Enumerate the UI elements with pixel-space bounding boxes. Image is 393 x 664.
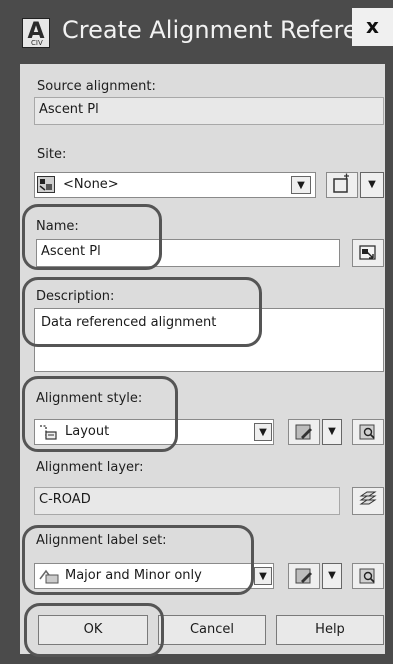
label-set-icon	[38, 567, 60, 585]
name-template-button[interactable]	[352, 239, 384, 267]
alignment-label-set-dropdown[interactable]: Major and Minor only	[34, 563, 274, 589]
help-button[interactable]: Help	[276, 615, 384, 645]
alignment-layout-icon	[38, 422, 60, 441]
ok-button[interactable]: OK	[38, 615, 148, 645]
alignment-style-menu-arrow[interactable]: ▼	[322, 419, 342, 445]
alignment-style-dropdown[interactable]: Layout	[34, 419, 274, 445]
alignment-label-set-label: Alignment label set:	[36, 533, 167, 548]
edit-style-icon	[295, 424, 312, 440]
alignment-label-set-value: Major and Minor only	[65, 568, 202, 583]
site-dropdown-value: <None>	[63, 177, 119, 192]
alignment-layer-label: Alignment layer:	[36, 460, 144, 475]
name-template-icon	[359, 245, 376, 260]
dialog-title: Create Alignment Reference	[62, 16, 393, 44]
source-alignment-label: Source alignment:	[37, 79, 156, 94]
edit-label-set-icon	[295, 568, 312, 584]
app-icon-sublabel: CIV	[31, 39, 43, 47]
site-dropdown[interactable]: <None>	[34, 172, 316, 198]
description-textarea[interactable]: Data referenced alignment	[34, 308, 384, 372]
label-set-menu-arrow[interactable]: ▼	[322, 563, 342, 589]
alignment-style-edit-button[interactable]	[288, 419, 320, 445]
window-frame-left	[0, 64, 20, 664]
site-icon	[37, 176, 55, 193]
alignment-layer-button[interactable]	[352, 487, 384, 515]
name-label: Name:	[36, 219, 79, 234]
source-alignment-field: Ascent Pl	[34, 97, 384, 125]
window-frame-bottom	[0, 654, 393, 664]
alignment-style-value: Layout	[65, 424, 110, 439]
alignment-label-set-dropdown-arrow[interactable]: ▼	[254, 567, 272, 585]
description-label: Description:	[36, 289, 115, 304]
view-style-icon	[359, 424, 375, 440]
alignment-layer-field: C-ROAD	[34, 487, 340, 515]
cancel-button[interactable]: Cancel	[158, 615, 266, 645]
view-label-set-icon	[359, 568, 375, 584]
label-set-view-button[interactable]	[352, 563, 384, 589]
close-button[interactable]: x	[352, 8, 393, 46]
alignment-style-dropdown-arrow[interactable]: ▼	[254, 423, 272, 441]
alignment-style-view-button[interactable]	[352, 419, 384, 445]
layer-stack-icon	[359, 491, 377, 505]
site-dropdown-arrow[interactable]: ▼	[291, 176, 311, 194]
window-frame-right	[385, 64, 393, 664]
label-set-edit-button[interactable]	[288, 563, 320, 589]
site-label: Site:	[37, 147, 67, 162]
create-site-button[interactable]	[326, 172, 358, 198]
alignment-style-label: Alignment style:	[36, 391, 143, 406]
new-site-icon	[333, 173, 349, 193]
name-input[interactable]: Ascent Pl	[36, 239, 340, 267]
autocad-app-icon: A CIV	[22, 18, 50, 48]
create-site-menu-arrow[interactable]: ▼	[360, 172, 384, 198]
